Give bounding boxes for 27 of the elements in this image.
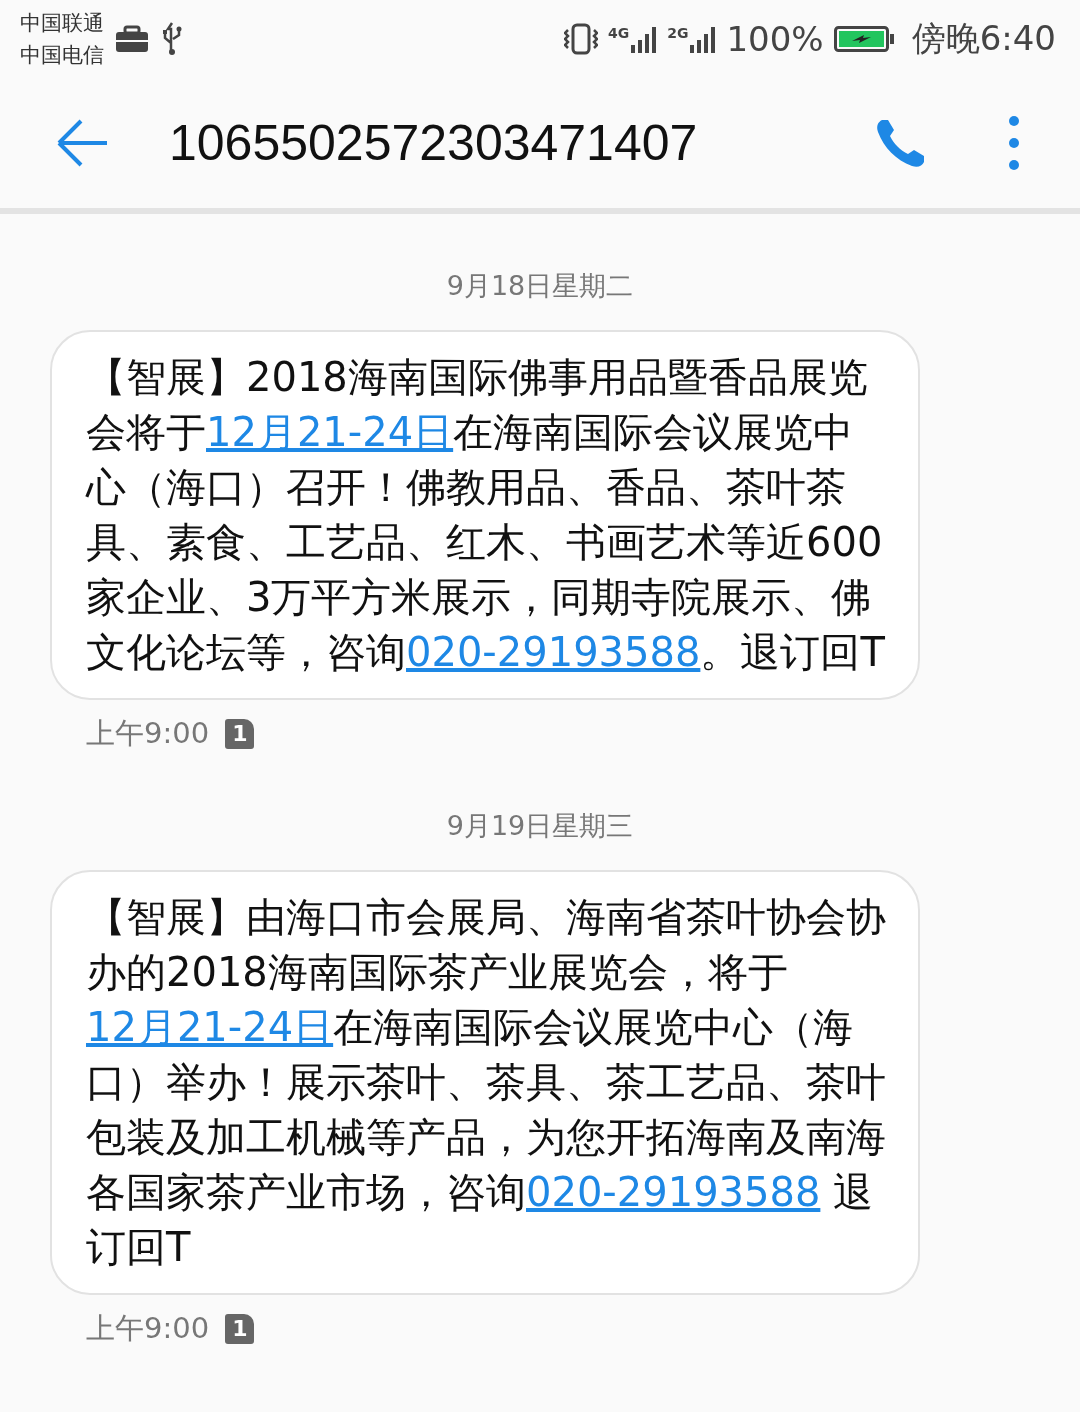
briefcase-icon bbox=[114, 24, 150, 54]
date-header: 9月18日星期二 bbox=[446, 269, 634, 303]
clock: 傍晚6:40 bbox=[911, 17, 1056, 60]
message-time: 上午9:00 bbox=[86, 1310, 210, 1347]
carrier-name: 中国联通 bbox=[20, 10, 104, 37]
sim-badge: 1 bbox=[225, 1314, 255, 1344]
signal-icon bbox=[690, 25, 717, 53]
message-link[interactable]: 020-29193588 bbox=[526, 1169, 821, 1215]
message-time: 上午9:00 bbox=[86, 715, 210, 752]
sim-badge: 1 bbox=[225, 719, 255, 749]
carrier-name: 中国电信 bbox=[20, 42, 104, 69]
signal-icon bbox=[631, 25, 658, 53]
vibrate-icon bbox=[563, 22, 598, 56]
battery-percent: 100% bbox=[726, 19, 824, 59]
message-link[interactable]: 12月21-24日 bbox=[206, 409, 454, 455]
battery-charging-icon bbox=[833, 26, 894, 52]
message-link[interactable]: 020-29193588 bbox=[406, 629, 701, 675]
more-options-button[interactable] bbox=[1008, 115, 1020, 171]
contact-number: 1065502572303471407 bbox=[169, 114, 699, 172]
message-text: 【智展】由海口市会展局、海南省茶叶协会协办的2018海南国际茶产业展览会，将于 12月21-24日在海南国际会议展览中心（海口）举办！展示茶叶、茶具、茶工艺品、茶叶包装及加工机械等产品，为您开拓海南及南海各国家茶产业市场，咨询020-29193588 退订回T bbox=[86, 893, 886, 1272]
message-link[interactable]: 12月21-24日 bbox=[86, 1004, 334, 1050]
usb-icon bbox=[160, 21, 184, 57]
network-label: 2G bbox=[667, 25, 689, 41]
date-header: 9月19日星期三 bbox=[446, 809, 634, 843]
message-text: 【智展】2018海南国际佛事用品暨香品展览会将于12月21-24日在海南国际会议展览中心（海口）召开！佛教用品、香品、茶叶茶具、素食、工艺品、红木、书画艺术等近600家企业、3万平方米展示，同期寺院展示、佛文化论坛等，咨询020-29193588。退订回T bbox=[86, 353, 886, 677]
more-icon bbox=[1008, 115, 1020, 171]
network-label: 4G bbox=[607, 25, 630, 41]
